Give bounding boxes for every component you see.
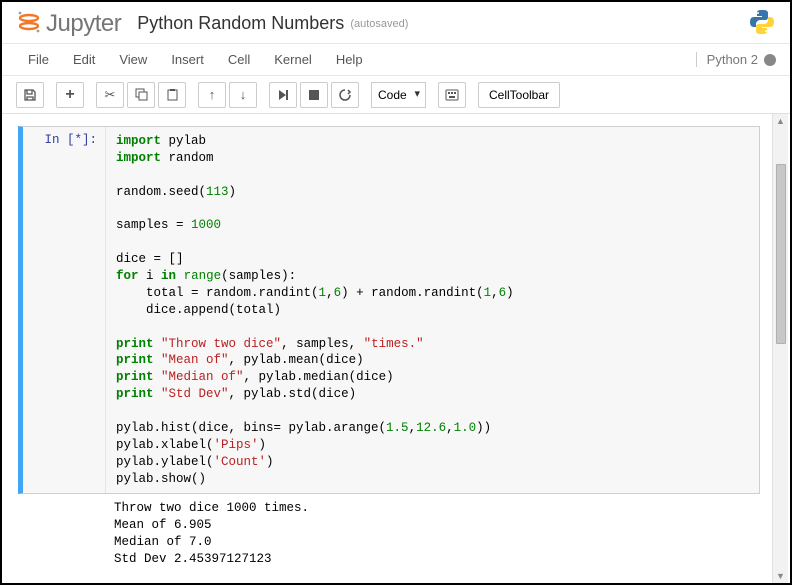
add-cell-button[interactable]: + (56, 82, 84, 108)
kernel-name: Python 2 (707, 52, 758, 67)
stop-icon (309, 90, 319, 100)
keyboard-icon (445, 89, 459, 101)
menu-edit[interactable]: Edit (61, 48, 107, 71)
notebook-area: In [*]: import pylab import random rando… (2, 114, 790, 583)
output-text: Throw two dice 1000 times. Mean of 6.905… (104, 498, 760, 572)
run-button[interactable] (269, 82, 297, 108)
logo-text: Jupyter (46, 10, 121, 38)
restart-button[interactable] (331, 82, 359, 108)
interrupt-button[interactable] (300, 82, 328, 108)
run-icon (277, 89, 289, 101)
arrow-down-icon: ↓ (240, 87, 247, 102)
move-up-button[interactable]: ↑ (198, 82, 226, 108)
output-cell: Throw two dice 1000 times. Mean of 6.905… (18, 498, 760, 572)
restart-icon (338, 88, 352, 102)
header: Jupyter Python Random Numbers (autosaved… (2, 2, 790, 44)
menu-cell[interactable]: Cell (216, 48, 262, 71)
cut-button[interactable]: ✂ (96, 82, 124, 108)
paste-icon (166, 88, 179, 101)
scrollbar-thumb[interactable] (776, 164, 786, 344)
command-palette-button[interactable] (438, 82, 466, 108)
cut-icon: ✂ (105, 87, 116, 103)
menubar: File Edit View Insert Cell Kernel Help P… (2, 44, 790, 76)
celltype-select[interactable]: Code (371, 82, 426, 108)
input-prompt: In [*]: (23, 127, 105, 493)
notebook-title[interactable]: Python Random Numbers (137, 13, 344, 34)
copy-button[interactable] (127, 82, 155, 108)
save-button[interactable] (16, 82, 44, 108)
menu-view[interactable]: View (107, 48, 159, 71)
kernel-status-icon[interactable] (764, 54, 776, 66)
jupyter-logo[interactable]: Jupyter (16, 9, 121, 38)
copy-icon (135, 88, 148, 101)
output-prompt (18, 498, 104, 572)
toolbar: + ✂ ↑ ↓ Code CellToolbar (2, 76, 790, 114)
paste-button[interactable] (158, 82, 186, 108)
jupyter-icon (16, 9, 42, 38)
save-icon (23, 88, 37, 102)
scroll-down-icon[interactable]: ▼ (776, 571, 785, 581)
kernel-indicator: Python 2 (696, 52, 776, 67)
move-down-button[interactable]: ↓ (229, 82, 257, 108)
autosave-status: (autosaved) (350, 18, 408, 30)
menu-kernel[interactable]: Kernel (262, 48, 324, 71)
scroll-up-icon[interactable]: ▲ (776, 116, 785, 126)
celltoolbar-button[interactable]: CellToolbar (478, 82, 560, 108)
plus-icon: + (65, 86, 74, 104)
menu-insert[interactable]: Insert (159, 48, 216, 71)
arrow-up-icon: ↑ (209, 87, 216, 102)
code-input[interactable]: import pylab import random random.seed(1… (105, 127, 759, 493)
python-icon (748, 8, 776, 39)
scrollbar[interactable]: ▲ ▼ (772, 114, 788, 583)
code-cell[interactable]: In [*]: import pylab import random rando… (18, 126, 760, 494)
menu-file[interactable]: File (16, 48, 61, 71)
menu-help[interactable]: Help (324, 48, 375, 71)
